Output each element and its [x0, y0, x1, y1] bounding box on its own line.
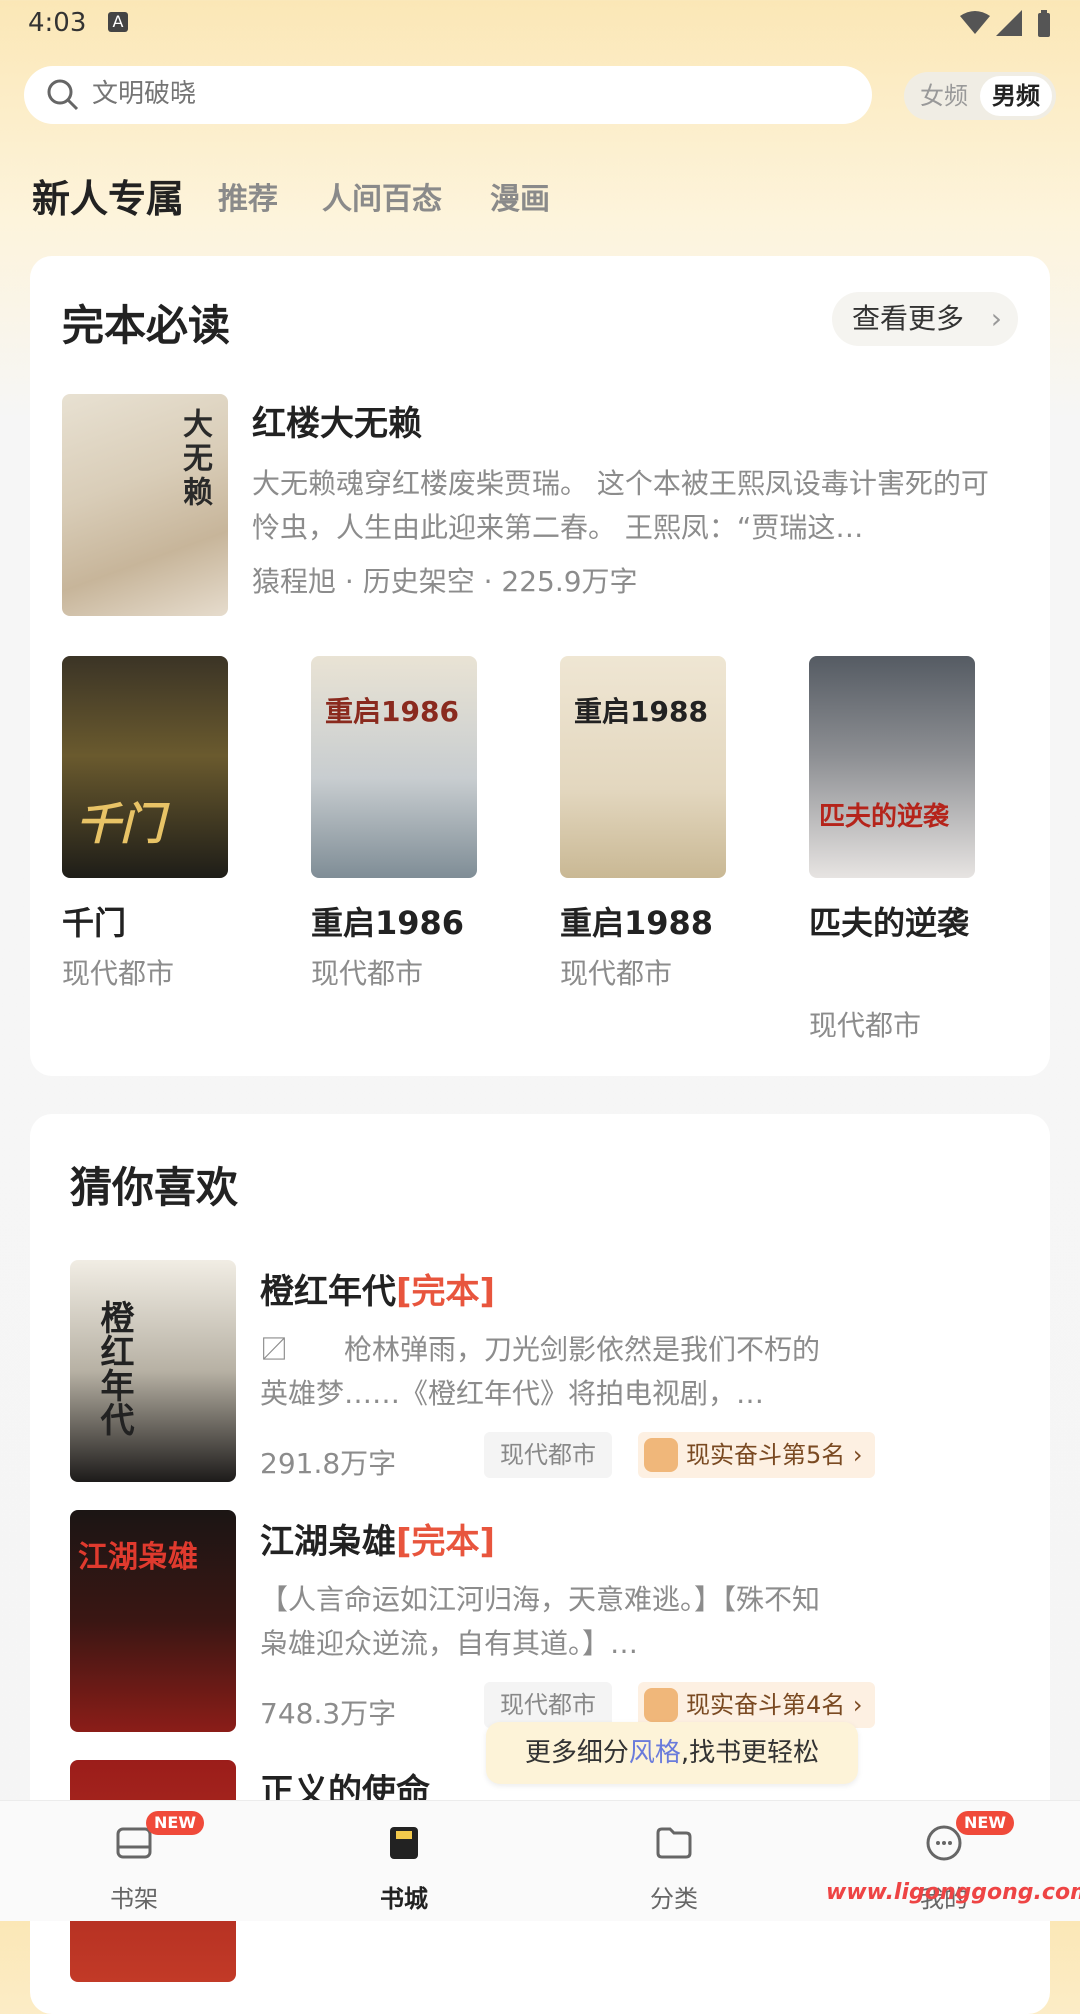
featured-book-description: 大无赖魂穿红楼废柴贾瑞。 这个本被王熙凤设毒计害死的可怜虫，人生由此迎来第二春。… [252, 467, 989, 544]
style-tip-tooltip[interactable]: 更多细分风格,找书更轻松 [486, 1722, 858, 1784]
book-title[interactable]: 江湖枭雄[完本] [260, 1514, 495, 1563]
book-category: 现代都市 [311, 957, 424, 990]
nav-label: 书城 [380, 1885, 428, 1913]
battery-icon [1038, 10, 1050, 37]
tab-recommend[interactable]: 推荐 [218, 174, 278, 218]
book-cover[interactable]: 重启1986 [311, 656, 477, 878]
book-cover[interactable]: 江湖枭雄 [70, 1510, 236, 1732]
word-count: 748.3万字 [260, 1697, 397, 1730]
nav-label: 书架 [110, 1885, 158, 1913]
book-description: 〼 枪林弹雨，刀光剑影依然是我们不朽的英雄梦……《橙红年代》将拍电视剧，… [260, 1333, 821, 1410]
signal-icon [996, 10, 1022, 36]
book-title[interactable]: 重启1986 [311, 898, 477, 948]
notification-a-icon: A [108, 12, 128, 32]
chevron-right-icon: › [990, 302, 1002, 335]
search-bar[interactable] [24, 66, 872, 124]
nav-bookshelf[interactable]: NEW 书架 [34, 1801, 234, 1921]
cover-title-art: 橙红年代 [94, 1300, 134, 1436]
rank-label: 现实奋斗第5名 [686, 1441, 846, 1469]
nav-label: 分类 [650, 1885, 698, 1913]
complete-books-card: 完本必读 查看更多 › 大无赖 红楼大无赖 大无赖魂穿红楼废柴贾瑞。 这个本被王… [30, 256, 1050, 1076]
tooltip-highlight: 风格 [628, 1738, 681, 1768]
cover-title-art: 大无赖 [177, 408, 212, 510]
rank-chip[interactable]: 现实奋斗第5名 › [638, 1432, 875, 1478]
book-cover[interactable]: 大无赖 [62, 394, 228, 616]
book-category: 现代都市 [809, 1009, 922, 1042]
cover-title-art: 重启1988 [574, 695, 708, 728]
gender-toggle[interactable]: 女频 男频 [904, 72, 1056, 120]
search-icon [47, 79, 79, 111]
featured-book-title[interactable]: 红楼大无赖 [252, 396, 422, 445]
book-cover[interactable]: 匹夫的逆袭 [809, 656, 975, 878]
new-badge: NEW [956, 1811, 1014, 1835]
book-description: 【人言命运如江河归海，天意难逃。】【殊不知枭雄迎众逆流，自有其道。】… [260, 1583, 821, 1660]
book-cover[interactable]: 重启1988 [560, 656, 726, 878]
word-count: 291.8万字 [260, 1447, 397, 1480]
search-input[interactable] [90, 78, 794, 110]
category-chip[interactable]: 现代都市 [484, 1432, 612, 1478]
see-more-button[interactable]: 查看更多 › [832, 292, 1018, 346]
featured-book-meta: 猿程旭 · 历史架空 · 225.9万字 [252, 565, 638, 598]
book-title-text: 江湖枭雄 [260, 1522, 396, 1562]
nav-bookstore[interactable]: 书城 [304, 1801, 504, 1921]
cover-title-art: 江湖枭雄 [78, 1540, 198, 1575]
recommendation-item[interactable]: 江湖枭雄 江湖枭雄[完本] 【人言命运如江河归海，天意难逃。】【殊不知枭雄迎众逆… [70, 1510, 1030, 1732]
tab-life[interactable]: 人间百态 [322, 174, 442, 218]
book-cover[interactable]: 橙红年代 [70, 1260, 236, 1482]
new-badge: NEW [146, 1811, 204, 1835]
section-title: 完本必读 [62, 301, 231, 350]
tab-newcomer[interactable]: 新人专属 [32, 168, 184, 223]
book-category: 现代都市 [62, 957, 175, 990]
tooltip-suffix: ,找书更轻松 [680, 1738, 820, 1768]
tab-comics[interactable]: 漫画 [490, 174, 550, 218]
complete-tag: [完本] [396, 1272, 496, 1312]
see-more-label: 查看更多 [852, 302, 965, 335]
book-title[interactable]: 千门 [62, 898, 228, 948]
folder-icon [656, 1827, 692, 1859]
book-category: 现代都市 [560, 957, 673, 990]
complete-tag: [完本] [396, 1522, 496, 1562]
status-bar: 4:03 A [0, 0, 1080, 48]
cover-title-art: 匹夫的逆袭 [819, 802, 950, 832]
book-title[interactable]: 匹夫的逆袭 [809, 898, 975, 948]
book-title[interactable]: 橙红年代[完本] [260, 1264, 495, 1313]
rank-badge-icon [644, 1688, 678, 1722]
cover-title-art: 千门 [76, 799, 164, 850]
tooltip-prefix: 更多细分 [524, 1738, 629, 1768]
gender-female-option[interactable]: 女频 [908, 76, 980, 116]
status-time: 4:03 [28, 8, 87, 38]
rank-label: 现实奋斗第4名 [686, 1691, 846, 1719]
book-title[interactable]: 重启1988 [560, 898, 726, 948]
section-title: 猜你喜欢 [70, 1163, 239, 1212]
nav-category[interactable]: 分类 [574, 1801, 774, 1921]
watermark: www.ligonggong.com [826, 1880, 1080, 1905]
wifi-icon [960, 11, 990, 34]
cover-title-art: 重启1986 [325, 695, 459, 728]
book-title-text: 橙红年代 [260, 1272, 396, 1312]
book-cover[interactable]: 千门 [62, 656, 228, 878]
recommendation-item[interactable]: 橙红年代 橙红年代[完本] 〼 枪林弹雨，刀光剑影依然是我们不朽的英雄梦……《橙… [70, 1260, 1030, 1482]
bookstore-icon [390, 1827, 418, 1859]
rank-badge-icon [644, 1438, 678, 1472]
gender-male-option[interactable]: 男频 [980, 76, 1052, 116]
